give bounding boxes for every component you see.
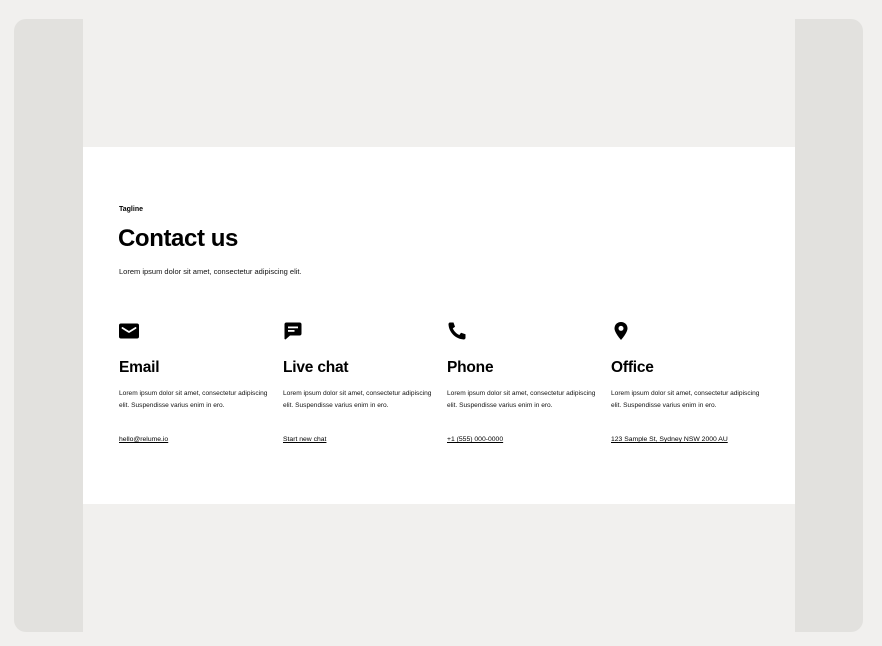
start-chat-link[interactable]: Start new chat [283,436,326,443]
card-description: Lorem ipsum dolor sit amet, consectetur … [119,390,268,409]
card-title: Email [119,359,160,376]
card-title: Phone [447,359,494,376]
phone-link[interactable]: +1 (555) 000-0000 [447,436,503,443]
section-subtitle: Lorem ipsum dolor sit amet, consectetur … [119,267,302,276]
office-address-link[interactable]: 123 Sample St, Sydney NSW 2000 AU [611,436,728,443]
tagline: Tagline [119,206,143,213]
phone-icon [447,321,467,341]
card-description: Lorem ipsum dolor sit amet, consectetur … [283,390,432,409]
contact-section: Tagline Contact us Lorem ipsum dolor sit… [83,147,795,504]
map-pin-icon [611,321,631,341]
card-description: Lorem ipsum dolor sit amet, consectetur … [447,390,596,409]
preview-frame: Tagline Contact us Lorem ipsum dolor sit… [14,19,863,632]
section-title: Contact us [118,225,239,252]
card-title: Live chat [283,359,349,376]
card-description: Lorem ipsum dolor sit amet, consectetur … [611,390,760,409]
email-link[interactable]: hello@relume.io [119,436,168,443]
envelope-icon [119,321,139,341]
card-title: Office [611,359,654,376]
chat-bubble-icon [283,321,303,341]
page-canvas: Tagline Contact us Lorem ipsum dolor sit… [83,19,795,632]
